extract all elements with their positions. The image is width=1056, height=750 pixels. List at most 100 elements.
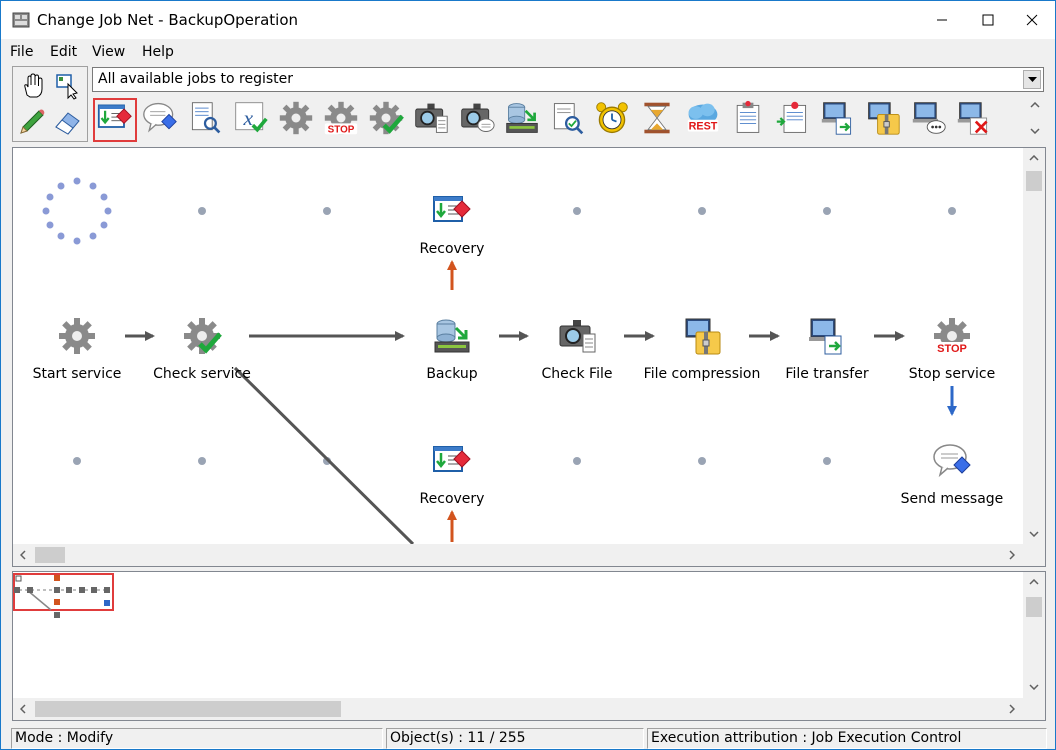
- job-node-label: Stop service: [908, 366, 996, 382]
- pencil-tool-button[interactable]: [14, 104, 50, 140]
- palette-file-verify-button[interactable]: [545, 98, 589, 142]
- file-verify-icon: [549, 100, 585, 140]
- job-filter-select[interactable]: All available jobs to register: [92, 67, 1044, 92]
- chevron-up-icon: [1030, 102, 1040, 108]
- select-icon: [56, 74, 78, 100]
- job-node-label: Recovery: [419, 241, 485, 257]
- spinner-dots: [42, 177, 112, 245]
- status-mode: Mode : Modify: [11, 728, 383, 749]
- scroll-corner: [1023, 544, 1045, 566]
- minimize-icon: [937, 19, 947, 21]
- svg-text:STOP: STOP: [328, 124, 355, 135]
- maximize-icon: [982, 14, 994, 26]
- title-bar[interactable]: Change Job Net - BackupOperation: [1, 1, 1055, 39]
- service-gear-icon: [57, 316, 97, 356]
- computer-transfer-icon: [807, 316, 847, 356]
- hand-tool-button[interactable]: [14, 68, 50, 104]
- palette-clip-document-button[interactable]: [726, 98, 770, 142]
- palette-hourglass-button[interactable]: [635, 98, 679, 142]
- chevron-down-icon: [1030, 128, 1040, 134]
- menu-bar: File Edit View Help: [1, 41, 1055, 63]
- palette-message-job-button[interactable]: [138, 98, 182, 142]
- hourglass-icon: [639, 100, 675, 140]
- check-service-icon: [368, 100, 405, 140]
- palette-pin-document-button[interactable]: [771, 98, 815, 142]
- variable-check-icon: x: [233, 100, 269, 140]
- vertical-scroll-thumb[interactable]: [1026, 171, 1042, 191]
- app-icon: [12, 12, 30, 28]
- clip-document-icon: [730, 100, 766, 140]
- palette-stop-service-button[interactable]: STOP: [319, 98, 363, 142]
- close-icon: [1026, 14, 1038, 26]
- edit-tools: [12, 66, 88, 142]
- menu-view[interactable]: View: [92, 44, 125, 60]
- chevron-left-icon: [20, 704, 26, 714]
- scroll-corner: [1023, 698, 1045, 720]
- overview-vertical-thumb[interactable]: [1026, 597, 1042, 617]
- palette-service-gear-button[interactable]: [274, 98, 318, 142]
- computer-message-icon: [911, 100, 947, 140]
- overview-horizontal-scrollbar[interactable]: [13, 698, 1023, 720]
- canvas-horizontal-scrollbar[interactable]: [13, 544, 1023, 566]
- message-job-icon: [932, 441, 972, 481]
- recovery-job-icon: [432, 191, 472, 231]
- palette-scroll[interactable]: [1026, 96, 1044, 144]
- palette-computer-transfer-button[interactable]: [816, 98, 860, 142]
- job-node-label: Check service: [153, 366, 251, 382]
- svg-text:REST: REST: [688, 121, 717, 133]
- job-net-editor: Start service Check service Backup Check Fi…: [12, 147, 1046, 567]
- chevron-right-icon: [1009, 550, 1015, 560]
- job-node-label: Recovery: [419, 491, 485, 507]
- check-service-icon: [182, 316, 222, 356]
- palette-rest-cloud-button[interactable]: REST: [681, 98, 725, 142]
- overview-vertical-scrollbar[interactable]: [1023, 572, 1045, 698]
- computer-zip-icon: [865, 100, 901, 140]
- dropdown-button[interactable]: [1023, 70, 1041, 89]
- pencil-icon: [20, 109, 45, 134]
- palette-computer-delete-button[interactable]: [952, 98, 996, 142]
- menu-file[interactable]: File: [10, 44, 33, 60]
- overview-horizontal-thumb[interactable]: [35, 701, 341, 717]
- recovery-job-icon: [97, 100, 133, 140]
- palette-backup-server-button[interactable]: [500, 98, 544, 142]
- chevron-right-icon: [1009, 704, 1015, 714]
- palette-recovery-job-button[interactable]: [93, 98, 137, 142]
- palette-alarm-clock-button[interactable]: [590, 98, 634, 142]
- service-gear-icon: [278, 100, 314, 140]
- eraser-icon: [55, 112, 80, 135]
- horizontal-scroll-thumb[interactable]: [35, 547, 65, 563]
- minimize-button[interactable]: [919, 1, 965, 39]
- palette-file-search-button[interactable]: [183, 98, 227, 142]
- rest-cloud-icon: REST: [685, 100, 721, 140]
- status-execution-attribution: Execution attribution : Job Execution Co…: [647, 728, 1047, 749]
- chevron-down-icon: [1027, 76, 1037, 82]
- maximize-button[interactable]: [965, 1, 1011, 39]
- select-tool-button[interactable]: [50, 68, 86, 104]
- message-job-icon: [142, 100, 178, 140]
- status-object-count: Object(s) : 11 / 255: [386, 728, 644, 749]
- status-bar: Mode : Modify Object(s) : 11 / 255 Execu…: [1, 726, 1055, 750]
- palette-camera-message-button[interactable]: [455, 98, 499, 142]
- close-button[interactable]: [1009, 1, 1055, 39]
- overview-map[interactable]: [13, 572, 1023, 698]
- canvas-vertical-scrollbar[interactable]: [1023, 148, 1045, 544]
- palette-file-check-camera-button[interactable]: [409, 98, 453, 142]
- pin-document-icon: [775, 100, 811, 140]
- palette-computer-zip-button[interactable]: [861, 98, 905, 142]
- palette-check-service-button[interactable]: [364, 98, 408, 142]
- palette-computer-message-button[interactable]: [907, 98, 951, 142]
- palette-variable-check-button[interactable]: x: [229, 98, 273, 142]
- menu-edit[interactable]: Edit: [50, 44, 77, 60]
- file-search-icon: [187, 100, 223, 140]
- recovery-job-icon: [432, 441, 472, 481]
- computer-delete-icon: [956, 100, 992, 140]
- stop-service-icon: STOP: [323, 100, 359, 140]
- menu-help[interactable]: Help: [142, 44, 174, 60]
- chevron-up-icon: [1029, 579, 1039, 585]
- chevron-up-icon: [1029, 155, 1039, 161]
- eraser-tool-button[interactable]: [50, 104, 86, 140]
- overview-pane: [12, 571, 1046, 721]
- map-canvas[interactable]: Start service Check service Backup Check Fi…: [13, 148, 1023, 544]
- computer-transfer-icon: [820, 100, 856, 140]
- stop-service-icon: STOP: [932, 316, 972, 356]
